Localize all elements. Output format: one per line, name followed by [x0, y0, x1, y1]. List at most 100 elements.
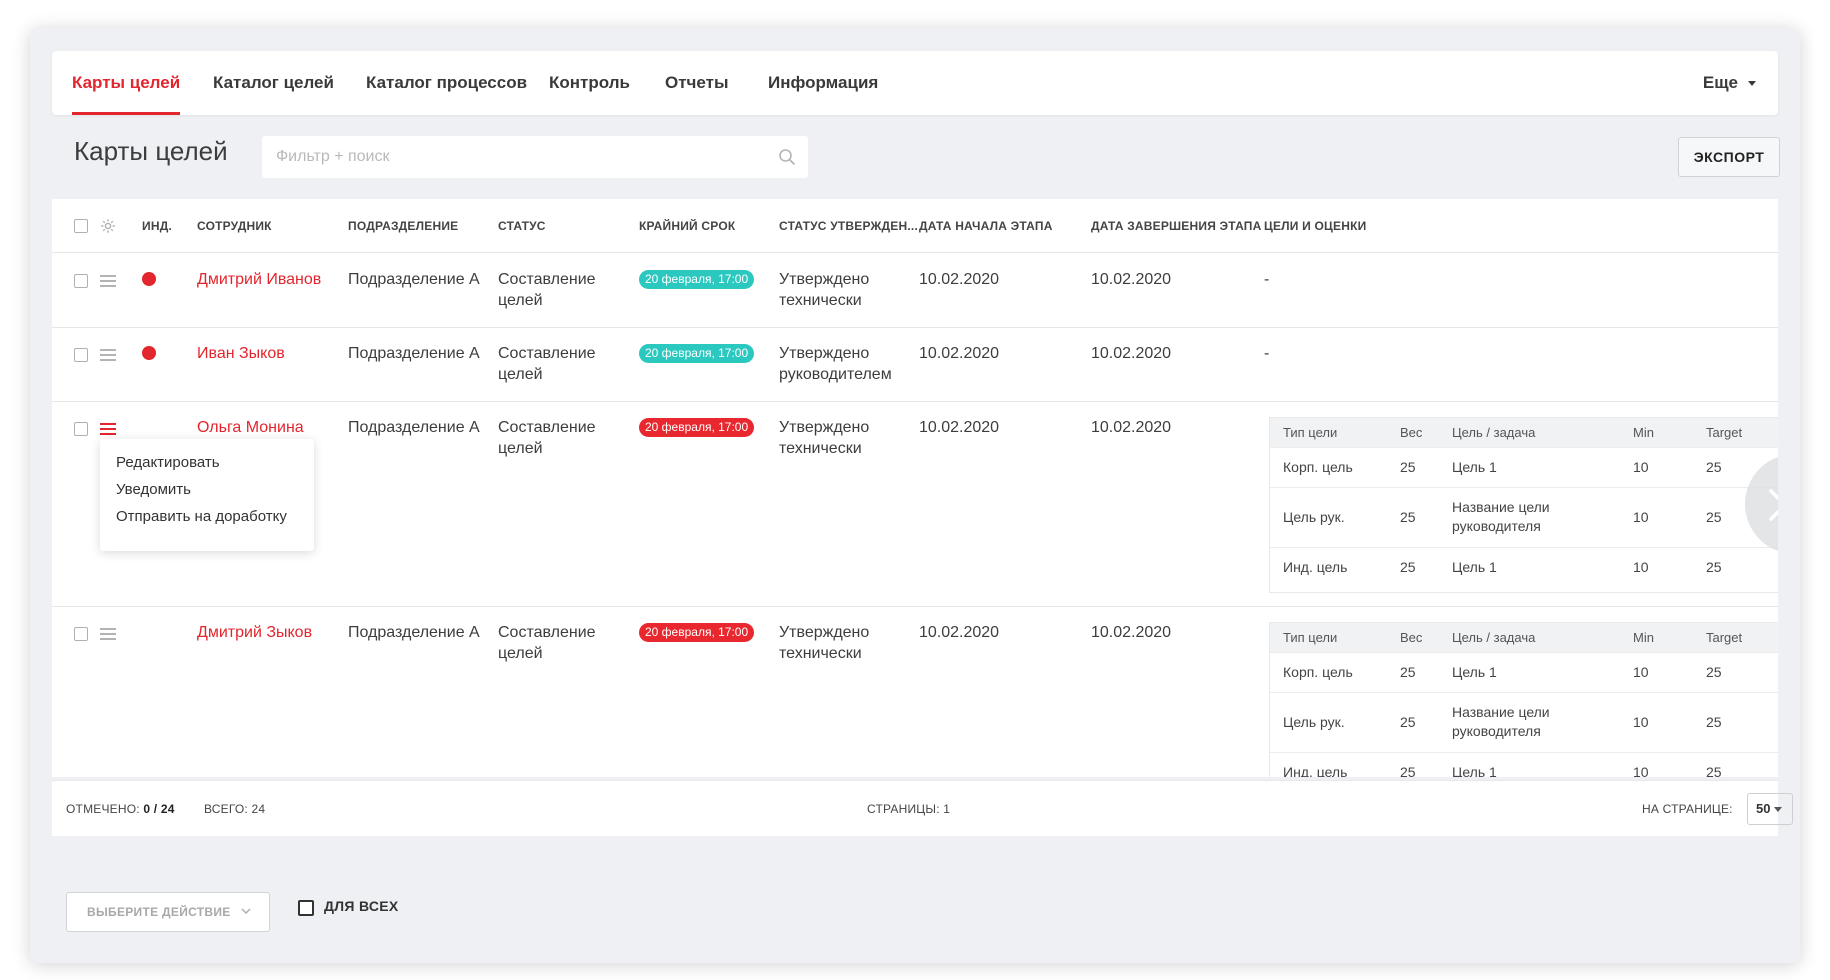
approval-cell: Утверждено технически	[779, 269, 869, 311]
row-menu-icon[interactable]	[100, 349, 116, 361]
tab-control[interactable]: Контроль	[549, 51, 630, 115]
per-page-label: НА СТРАНИЦЕ:	[1642, 802, 1733, 816]
row-menu-icon[interactable]	[100, 628, 116, 640]
col-stage-end[interactable]: ДАТА ЗАВЕРШЕНИЯ ЭТАПА	[1091, 199, 1261, 253]
col-goals[interactable]: ЦЕЛИ И ОЦЕНКИ	[1264, 199, 1366, 253]
status-line-1: Составление	[498, 271, 596, 288]
col-approval-status[interactable]: СТАТУС УТВЕРЖДЕН...	[779, 199, 918, 253]
goals-cell: -	[1264, 271, 1270, 288]
goals-col-min: Min	[1633, 630, 1654, 645]
per-page-select[interactable]: 50	[1747, 793, 1793, 825]
goals-col-weight: Вес	[1400, 425, 1423, 440]
tab-goal-catalog[interactable]: Каталог целей	[213, 51, 334, 115]
col-status[interactable]: СТАТУС	[498, 199, 546, 253]
goal-weight: 25	[1400, 764, 1416, 777]
action-select-label: ВЫБЕРИТЕ ДЕЙСТВИЕ	[87, 905, 231, 919]
gear-icon[interactable]	[100, 218, 116, 234]
goal-row: Корп. цель 25 Цель 1 10 25 1	[1270, 447, 1778, 487]
menu-item-notify[interactable]: Уведомить	[116, 481, 191, 498]
search-icon[interactable]	[778, 148, 796, 166]
col-stage-start[interactable]: ДАТА НАЧАЛА ЭТАПА	[919, 199, 1053, 253]
goal-target: 25	[1706, 509, 1722, 525]
goal-maps-table: ИНД. СОТРУДНИК ПОДРАЗДЕЛЕНИЕ СТАТУС КРАЙ…	[52, 199, 1778, 777]
goal-task: Цель 1	[1452, 764, 1497, 777]
per-page-value: 50	[1756, 801, 1771, 816]
status-line-2: целей	[498, 366, 543, 383]
page-title: Карты целей	[74, 136, 228, 166]
table-header: ИНД. СОТРУДНИК ПОДРАЗДЕЛЕНИЕ СТАТУС КРАЙ…	[52, 199, 1778, 253]
col-ind[interactable]: ИНД.	[142, 199, 172, 253]
employee-link[interactable]: Ольга Монина	[197, 417, 304, 438]
deadline-badge: 20 февраля, 17:00	[639, 623, 755, 642]
goal-type: Корп. цель	[1283, 459, 1353, 475]
tab-information[interactable]: Информация	[768, 51, 878, 115]
goals-col-type: Тип цели	[1283, 630, 1338, 645]
approval-cell: Утверждено технически	[779, 417, 869, 459]
goal-row: Инд. цель 25 Цель 1 10 25 1	[1270, 547, 1778, 587]
row-checkbox[interactable]	[74, 274, 88, 288]
select-all-checkbox[interactable]	[74, 219, 88, 233]
pages-info: СТРАНИЦЫ: 1	[867, 781, 950, 837]
employee-link[interactable]: Дмитрий Иванов	[197, 269, 321, 290]
for-all-checkbox[interactable]	[298, 900, 314, 916]
goal-type: Цель рук.	[1283, 714, 1345, 730]
tab-process-catalog[interactable]: Каталог процессов	[366, 51, 527, 115]
row-menu-icon[interactable]	[100, 423, 116, 435]
goal-target: 25	[1706, 459, 1722, 475]
stage-start-cell: 10.02.2020	[919, 345, 1000, 362]
table-row[interactable]: Иван Зыков Подразделение А Составление це…	[52, 328, 1778, 402]
goals-col-task: Цель / задача	[1452, 425, 1536, 440]
goal-task-line-1: Название цели	[1452, 499, 1550, 515]
goals-header: Тип цели Вес Цель / задача Min Target С	[1270, 418, 1778, 447]
goal-row: Цель рук. 25 Название цели руководителя 1…	[1270, 692, 1778, 752]
employee-link[interactable]: Дмитрий Зыков	[197, 622, 312, 643]
goal-task-line-1: Название цели	[1452, 704, 1550, 720]
department-cell: Подразделение А	[348, 419, 480, 436]
goal-row: Корп. цель 25 Цель 1 10 25 1	[1270, 652, 1778, 692]
status-line-1: Составление	[498, 419, 596, 436]
stage-end-cell: 10.02.2020	[1091, 624, 1172, 641]
stage-start-cell: 10.02.2020	[919, 624, 1000, 641]
caret-down-icon	[1748, 81, 1756, 87]
goal-task: Цель 1	[1452, 559, 1497, 575]
menu-item-send-back[interactable]: Отправить на доработку	[116, 508, 287, 525]
row-menu-icon[interactable]	[100, 275, 116, 287]
goal-target: 25	[1706, 559, 1722, 575]
goal-task: Цель 1	[1452, 664, 1497, 680]
col-department[interactable]: ПОДРАЗДЕЛЕНИЕ	[348, 199, 458, 253]
table-row[interactable]: Дмитрий Иванов Подразделение А Составлен…	[52, 254, 1778, 328]
more-menu[interactable]: Еще	[1703, 51, 1756, 115]
table-row[interactable]: Дмитрий Зыков Подразделение А Составлени…	[52, 607, 1778, 777]
pages-label: СТРАНИЦЫ:	[867, 802, 940, 816]
col-employee[interactable]: СОТРУДНИК	[197, 199, 272, 253]
search-input[interactable]	[262, 136, 808, 178]
row-checkbox[interactable]	[74, 627, 88, 641]
goals-mini-table: Тип цели Вес Цель / задача Min Target С …	[1269, 417, 1778, 593]
goal-weight: 25	[1400, 664, 1416, 680]
row-checkbox[interactable]	[74, 348, 88, 362]
tab-reports[interactable]: Отчеты	[665, 51, 729, 115]
for-all-label[interactable]: ДЛЯ ВСЕХ	[324, 898, 399, 914]
goals-col-task: Цель / задача	[1452, 630, 1536, 645]
goal-task: Название цели руководителя	[1452, 498, 1550, 536]
goal-min: 10	[1633, 664, 1649, 680]
col-deadline[interactable]: КРАЙНИЙ СРОК	[639, 199, 735, 253]
row-checkbox[interactable]	[74, 422, 88, 436]
goals-header: Тип цели Вес Цель / задача Min Target С	[1270, 623, 1778, 652]
goal-min: 10	[1633, 764, 1649, 777]
action-select[interactable]: ВЫБЕРИТЕ ДЕЙСТВИЕ	[66, 892, 270, 932]
goal-weight: 25	[1400, 509, 1416, 525]
goal-task: Цель 1	[1452, 459, 1497, 475]
goal-target: 25	[1706, 714, 1722, 730]
employee-link[interactable]: Иван Зыков	[197, 343, 285, 364]
menu-item-edit[interactable]: Редактировать	[116, 454, 220, 471]
goal-type: Инд. цель	[1283, 559, 1348, 575]
approval-line-1: Утверждено	[779, 624, 870, 641]
approval-line-2: технически	[779, 645, 862, 662]
total-count: ВСЕГО: 24	[204, 781, 265, 837]
tab-goal-maps[interactable]: Карты целей	[72, 51, 181, 115]
app-window: Карты целей Каталог целей Каталог процес…	[30, 28, 1800, 963]
export-button[interactable]: ЭКСПОРТ	[1678, 137, 1780, 177]
goals-col-type: Тип цели	[1283, 425, 1338, 440]
goal-min: 10	[1633, 714, 1649, 730]
